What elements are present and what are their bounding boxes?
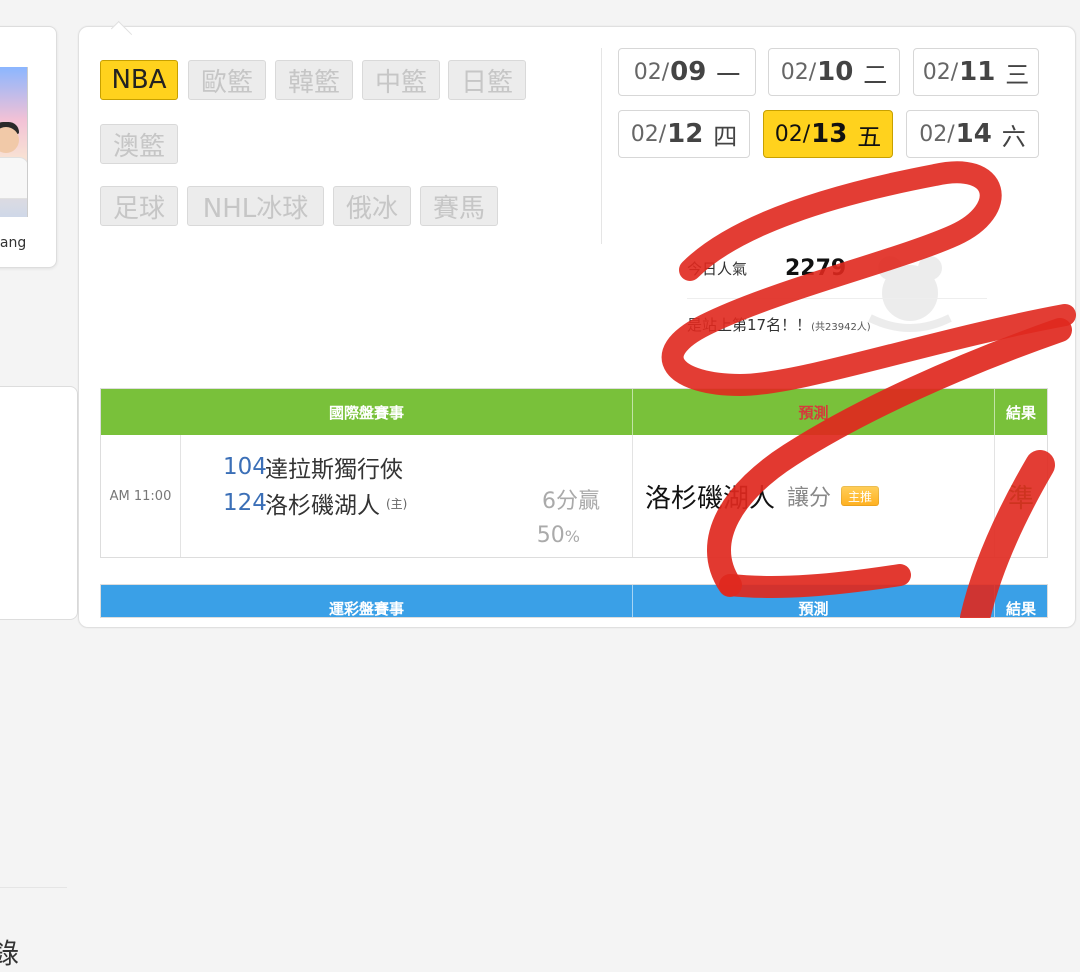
date-month: 02/ — [780, 59, 817, 85]
predicted-team: 洛杉磯湖人 — [645, 483, 776, 514]
percent-unit: % — [564, 527, 580, 546]
tab-label: NHL冰球 — [202, 193, 309, 224]
popularity-count: 2279 — [785, 256, 847, 281]
tab-russian-hockey[interactable]: 俄冰 — [333, 186, 411, 226]
date-weekday: 二 — [863, 60, 888, 89]
header-prediction: 預測 — [633, 585, 995, 617]
vertical-separator — [601, 48, 602, 244]
lottery-games-table: 運彩盤賽事 預測 結果 — [100, 584, 1048, 618]
rank-row: 是站上第17名！！(共23942人) — [687, 314, 871, 335]
date-weekday: 五 — [857, 122, 882, 151]
left-menu-text[interactable]: 錄 — [0, 932, 19, 972]
international-games-table: 國際盤賽事 預測 結果 AM 11:00 104 達拉斯獨行俠 124 洛杉磯湖… — [100, 388, 1048, 558]
home-team-row: 124 洛杉磯湖人 (主) — [223, 485, 407, 521]
left-divider — [0, 887, 67, 888]
result-cell: 準 — [995, 435, 1047, 557]
avatar-shirt — [0, 157, 27, 199]
date-weekday: 六 — [1001, 122, 1026, 151]
tab-nhl-hockey[interactable]: NHL冰球 — [187, 186, 324, 226]
date-0213[interactable]: 02/13 五 — [763, 110, 893, 158]
date-month: 02/ — [774, 121, 811, 147]
prediction: 洛杉磯湖人 讓分 主推 — [633, 435, 994, 557]
tab-label: NBA — [111, 65, 167, 95]
header-result: 結果 — [995, 585, 1047, 617]
game-time-cell: AM 11:00 — [101, 435, 181, 557]
table-row: AM 11:00 104 達拉斯獨行俠 124 洛杉磯湖人 (主) 6分贏 50… — [101, 435, 1047, 557]
date-0209[interactable]: 02/09 一 — [618, 48, 756, 96]
tab-label: 澳籃 — [112, 131, 165, 162]
date-month: 02/ — [919, 121, 955, 147]
tab-european-basketball[interactable]: 歐籃 — [188, 60, 266, 100]
date-0211[interactable]: 02/11 三 — [913, 48, 1039, 96]
popularity-divider — [687, 298, 987, 299]
tab-australian-basketball[interactable]: 澳籃 — [100, 124, 178, 164]
date-day: 13 — [811, 119, 848, 149]
date-day: 11 — [959, 57, 996, 87]
home-score: 124 — [223, 490, 267, 516]
date-weekday: 四 — [713, 122, 738, 151]
avatar-face — [0, 127, 19, 153]
away-score: 104 — [223, 454, 267, 480]
teams: 104 達拉斯獨行俠 124 洛杉磯湖人 (主) — [223, 449, 407, 521]
date-day: 10 — [817, 57, 854, 87]
date-selector: 02/09 一 02/10 二 02/11 三 02/12 四 02/13 五 02/14… — [618, 48, 1048, 168]
home-team-name[interactable]: 洛杉磯湖人 — [265, 486, 380, 520]
table-header: 國際盤賽事 預測 結果 — [101, 389, 1047, 435]
tab-label: 日籃 — [460, 67, 513, 98]
date-month: 02/ — [630, 121, 667, 147]
spread-text: 6分贏 — [542, 489, 600, 514]
home-marker: (主) — [386, 496, 408, 511]
tab-label: 俄冰 — [345, 193, 398, 224]
table-header: 運彩盤賽事 預測 結果 — [101, 585, 1047, 617]
popularity-label: 今日人氣 — [687, 260, 748, 278]
date-day: 14 — [955, 119, 992, 149]
date-0214[interactable]: 02/14 六 — [906, 110, 1039, 158]
game-teams-cell: 104 達拉斯獨行俠 124 洛杉磯湖人 (主) 6分贏 50% — [181, 435, 633, 557]
tab-japanese-basketball[interactable]: 日籃 — [448, 60, 526, 100]
header-games: 運彩盤賽事 — [101, 585, 633, 617]
date-day: 12 — [667, 119, 704, 149]
tab-label: 中籃 — [374, 67, 427, 98]
date-0212[interactable]: 02/12 四 — [618, 110, 750, 158]
date-month: 02/ — [633, 59, 670, 85]
rank-total: (共23942人) — [811, 322, 871, 333]
date-0210[interactable]: 02/10 二 — [768, 48, 900, 96]
left-profile-card: uang — [0, 26, 57, 268]
tab-label: 歐籃 — [200, 67, 253, 98]
percent-value: 50 — [536, 523, 565, 548]
tab-label: 韓籃 — [287, 67, 340, 98]
prediction-cell: 洛杉磯湖人 讓分 主推 — [633, 435, 995, 557]
tab-label: 賽馬 — [432, 193, 485, 224]
header-games: 國際盤賽事 — [101, 389, 633, 435]
rank-text: 是站上第17名！！ — [687, 316, 812, 334]
header-result: 結果 — [995, 389, 1047, 435]
tab-football[interactable]: 足球 — [100, 186, 178, 226]
away-team-name[interactable]: 達拉斯獨行俠 — [265, 450, 403, 484]
sports-tabs: NBA 歐籃 韓籃 中籃 日籃 澳籃 足球 NHL冰球 俄冰 賽馬 — [100, 60, 570, 280]
tab-label: 足球 — [112, 193, 165, 224]
main-pick-badge: 主推 — [841, 486, 880, 506]
date-weekday: 一 — [716, 60, 741, 89]
left-profile-name: uang — [0, 235, 27, 251]
prediction-type: 讓分 — [787, 486, 832, 511]
away-team-row: 104 達拉斯獨行俠 — [223, 449, 407, 485]
left-menu-card: 錄 — [0, 386, 78, 970]
header-prediction: 預測 — [633, 389, 995, 435]
percent: 50% — [537, 523, 580, 548]
avatar[interactable] — [0, 67, 28, 217]
tab-korean-basketball[interactable]: 韓籃 — [275, 60, 353, 100]
result-status: 準 — [1007, 483, 1034, 514]
tab-chinese-basketball[interactable]: 中籃 — [362, 60, 440, 100]
game-time: AM 11:00 — [109, 488, 172, 504]
tab-horse-racing[interactable]: 賽馬 — [420, 186, 498, 226]
date-month: 02/ — [922, 59, 959, 85]
tab-nba[interactable]: NBA — [100, 60, 178, 100]
date-day: 09 — [670, 57, 707, 87]
date-weekday: 三 — [1005, 60, 1030, 89]
